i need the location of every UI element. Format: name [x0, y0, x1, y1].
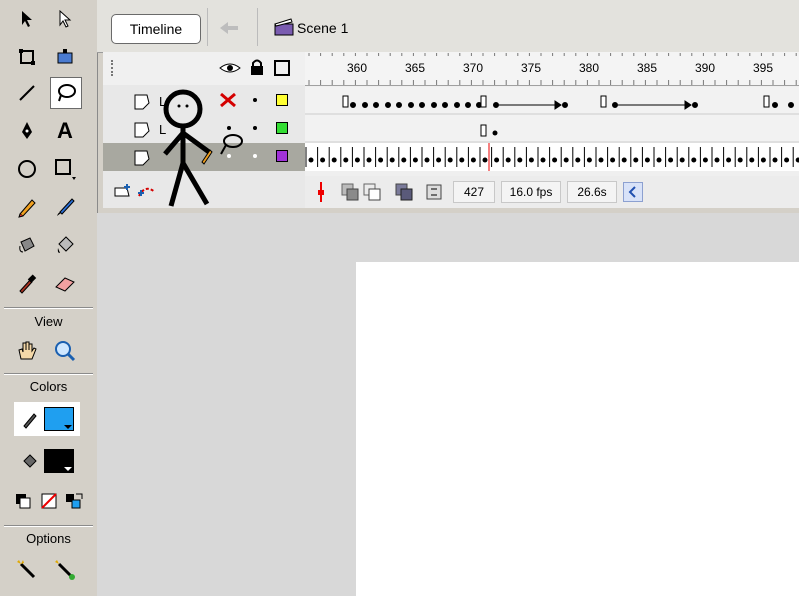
onion-skin-outlines-icon[interactable]: [363, 183, 381, 204]
selection-tool-icon[interactable]: [12, 4, 42, 34]
ruler-number: 385: [637, 61, 658, 75]
eraser-tool-icon[interactable]: [50, 268, 80, 298]
frames-row-selected[interactable]: [103, 143, 799, 171]
free-transform-tool-icon[interactable]: [12, 42, 42, 72]
timeline-tab-button[interactable]: Timeline: [111, 14, 201, 44]
layer-1-frames[interactable]: [305, 87, 799, 115]
pencil-tool-icon[interactable]: [12, 192, 42, 222]
ruler-number: 375: [521, 61, 542, 75]
layer-header: [103, 52, 305, 85]
ruler-number: 395: [753, 61, 774, 75]
layer-2-frames[interactable]: [305, 115, 799, 143]
stroke-pencil-icon: [23, 413, 37, 429]
ruler-number: 360: [347, 61, 368, 75]
separator: [4, 307, 93, 309]
timeline-status-bar: 427 16.0 fps 26.6s: [305, 176, 799, 208]
insert-layer-icon[interactable]: [113, 182, 133, 203]
text-tool-icon[interactable]: A: [50, 116, 80, 146]
current-frame-display: 427: [453, 181, 495, 203]
ink-bottle-tool-icon[interactable]: [12, 230, 42, 260]
fill-bucket-icon: [23, 454, 37, 468]
swap-colors-icon[interactable]: [62, 486, 86, 516]
chevron-left-icon: [628, 186, 636, 198]
rectangle-tool-icon[interactable]: [50, 154, 80, 184]
scroll-left-button[interactable]: [623, 182, 643, 202]
pen-tool-icon[interactable]: [12, 116, 42, 146]
edit-multiple-frames-icon[interactable]: [395, 183, 413, 204]
stage-canvas[interactable]: [356, 262, 799, 596]
subselection-tool-icon[interactable]: [50, 4, 80, 34]
ruler-number: 380: [579, 61, 600, 75]
brush-tool-icon[interactable]: [50, 192, 80, 222]
frame-ruler[interactable]: 360 365 370 375 380 385 390 395: [305, 52, 799, 86]
magic-wand-settings-icon[interactable]: [50, 555, 80, 585]
black-white-icon[interactable]: [12, 486, 34, 516]
options-section-label: Options: [26, 531, 71, 546]
lasso-tool-icon[interactable]: [50, 77, 82, 109]
add-guide-layer-icon[interactable]: [137, 182, 159, 203]
center-frame-icon[interactable]: [315, 182, 327, 205]
modify-onion-markers-icon[interactable]: [425, 183, 443, 204]
divider: [257, 8, 258, 46]
scene-label[interactable]: Scene 1: [297, 20, 348, 36]
eye-icon[interactable]: [219, 60, 241, 79]
main-area: Timeline Scene 1 L L 360 365 370 375 380…: [97, 0, 799, 596]
back-arrow-icon[interactable]: [218, 20, 240, 39]
elapsed-time-display: 26.6s: [567, 181, 617, 203]
layer-3-frames[interactable]: [305, 143, 799, 171]
onion-skin-icon[interactable]: [341, 183, 359, 204]
zoom-tool-icon[interactable]: [50, 336, 80, 366]
colors-section-label: Colors: [29, 379, 68, 394]
no-color-icon[interactable]: [38, 486, 60, 516]
view-section-label: View: [34, 314, 63, 329]
frame-rate-display[interactable]: 16.0 fps: [501, 181, 561, 203]
ruler-number: 365: [405, 61, 426, 75]
separator: [4, 525, 93, 527]
magic-wand-icon[interactable]: [12, 555, 42, 585]
hand-tool-icon[interactable]: [12, 336, 42, 366]
ruler-number: 390: [695, 61, 716, 75]
timeline-panel: L L 360 365 370 375 380 385 390 395 427 …: [103, 52, 799, 208]
outline-icon[interactable]: [274, 60, 290, 76]
lock-icon[interactable]: [249, 58, 265, 79]
oval-tool-icon[interactable]: [12, 154, 42, 184]
fill-color-control[interactable]: [14, 446, 80, 476]
stroke-color-swatch[interactable]: [44, 407, 74, 431]
line-tool-icon[interactable]: [12, 78, 42, 108]
paint-bucket-tool-icon[interactable]: [50, 230, 80, 260]
ruler-number: 370: [463, 61, 484, 75]
fill-color-swatch[interactable]: [44, 449, 74, 473]
grip-handle[interactable]: [111, 60, 117, 76]
frames-row[interactable]: [103, 87, 799, 115]
tools-panel: A View Colors Options: [0, 0, 98, 596]
separator: [4, 373, 93, 375]
timeline-header: Timeline Scene 1: [97, 0, 799, 53]
eyedropper-tool-icon[interactable]: [12, 268, 42, 298]
divider: [207, 8, 208, 46]
frames-row[interactable]: [103, 115, 799, 143]
stroke-color-control[interactable]: [14, 402, 80, 436]
scene-clapper-icon: [273, 17, 295, 40]
fill-transform-tool-icon[interactable]: [50, 42, 80, 72]
